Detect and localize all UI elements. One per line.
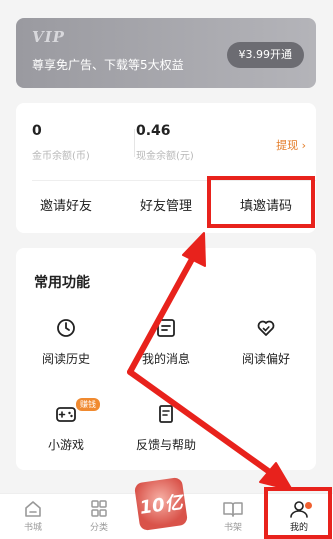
- tab-bookshelf-label: 书架: [223, 523, 242, 533]
- my-messages-label: 我的消息: [141, 352, 190, 366]
- tab-bookstore-label: 书城: [23, 523, 42, 533]
- coin-balance-value: 0: [32, 123, 42, 139]
- reading-preferences-label: 阅读偏好: [241, 352, 290, 366]
- balance-divider: [134, 129, 135, 157]
- gamepad-icon: [56, 407, 76, 422]
- vip-title: VIP: [32, 28, 65, 46]
- earn-badge: 赚钱: [76, 398, 100, 411]
- tab-bookstore[interactable]: 书城: [0, 494, 66, 539]
- mini-games-label: 小游戏: [47, 438, 84, 452]
- vip-description: 尊享免广告、下载等5大权益: [32, 58, 184, 72]
- my-messages-item[interactable]: 我的消息: [116, 318, 216, 367]
- tab-bookshelf[interactable]: 书架: [200, 494, 266, 539]
- vip-banner[interactable]: VIP 尊享免广告、下载等5大权益 ¥3.99开通: [16, 18, 316, 88]
- coin-balance[interactable]: 0 金币余额(币): [32, 123, 90, 162]
- mine-tab-highlight: [264, 487, 332, 539]
- coin-balance-label: 金币余额(币): [32, 151, 90, 162]
- message-icon: [157, 319, 175, 337]
- clock-icon: [57, 319, 75, 337]
- grid-icon: [91, 500, 107, 517]
- cash-balance-label: 现金余额(元): [136, 151, 194, 162]
- mini-games-item[interactable]: 赚钱 小游戏: [16, 398, 116, 453]
- feedback-help-label: 反馈与帮助: [135, 438, 196, 452]
- cash-balance[interactable]: 0.46 现金余额(元): [136, 123, 194, 162]
- invite-code-highlight: [207, 176, 315, 228]
- friend-management-button[interactable]: 好友管理: [116, 180, 216, 233]
- vip-activate-button[interactable]: ¥3.99开通: [226, 42, 304, 68]
- heart-icon: [257, 320, 275, 336]
- feedback-help-item[interactable]: 反馈与帮助: [116, 404, 216, 453]
- tab-categories[interactable]: 分类: [66, 494, 132, 539]
- withdraw-link[interactable]: 提现 ›: [276, 137, 306, 153]
- home-icon: [25, 501, 41, 517]
- book-icon: [223, 502, 243, 517]
- prize-badge-icon[interactable]: 10亿: [133, 476, 189, 532]
- reading-preferences-item[interactable]: 阅读偏好: [216, 318, 316, 367]
- tab-categories-label: 分类: [89, 523, 108, 533]
- invite-friends-button[interactable]: 邀请好友: [16, 180, 116, 233]
- common-functions-title: 常用功能: [34, 275, 90, 291]
- reading-history-label: 阅读历史: [41, 352, 90, 366]
- reading-history-item[interactable]: 阅读历史: [16, 318, 116, 367]
- cash-balance-value: 0.46: [136, 123, 171, 139]
- common-functions-card: 常用功能 阅读历史 我的消息 阅读偏好 赚钱 小游戏 反馈与帮助: [16, 248, 316, 470]
- document-icon: [159, 405, 173, 423]
